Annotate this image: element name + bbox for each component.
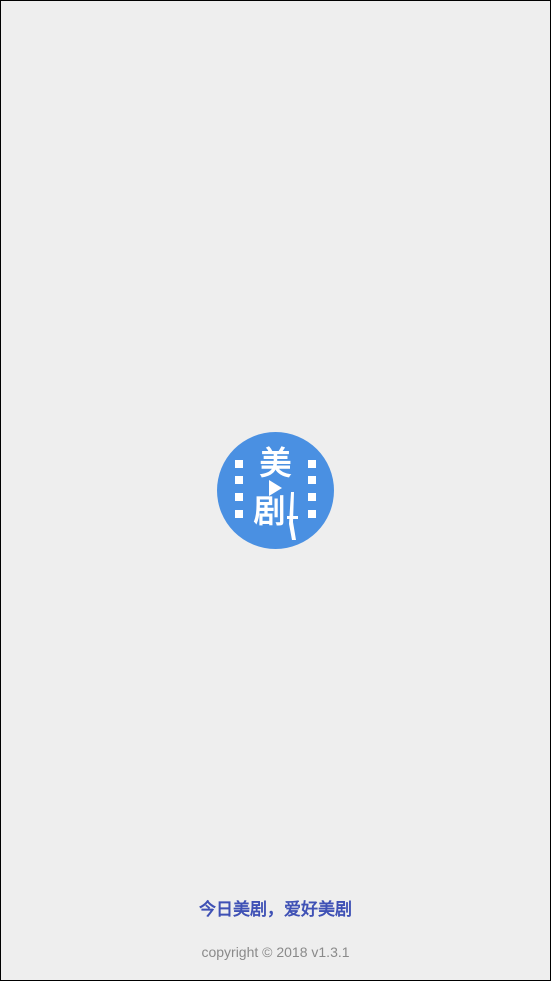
slogan-text: 今日美剧，爱好美剧 bbox=[199, 900, 352, 920]
splash-screen: 美 剧 今日美剧，爱好美剧 copyright © 2018 v1.3.1 bbox=[1, 1, 550, 980]
app-logo: 美 剧 bbox=[217, 432, 334, 549]
logo-char-mei: 美 bbox=[259, 444, 292, 482]
logo-char-ju: 剧 bbox=[253, 492, 286, 530]
copyright-text: copyright © 2018 v1.3.1 bbox=[201, 944, 350, 960]
